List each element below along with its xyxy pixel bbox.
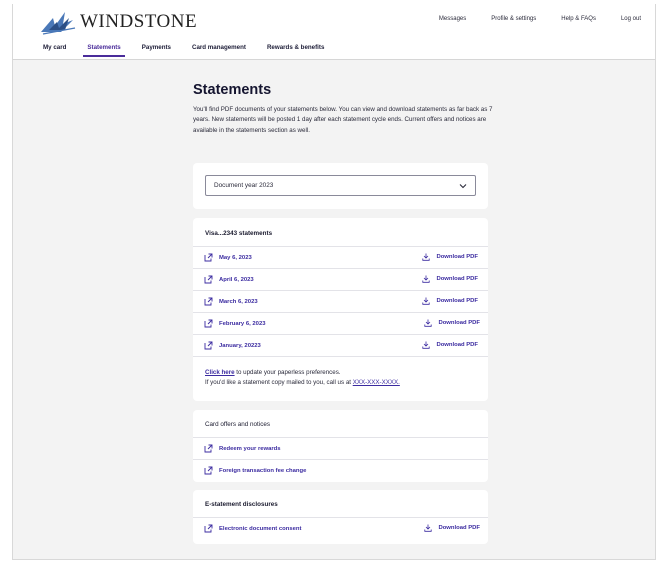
utility-nav: Messages Profile & settings Help & FAQs …	[414, 16, 641, 22]
statements-heading: Visa...2343 statements	[205, 230, 273, 237]
brand-logo[interactable]: WINDSTONE	[39, 8, 197, 36]
download-pdf-button[interactable]: Download PDF	[424, 524, 480, 532]
download-pdf-label: Download PDF	[436, 342, 478, 348]
paperless-note: Click here to update your paperless pref…	[205, 368, 400, 387]
windstone-bird-icon	[41, 12, 76, 35]
util-link-log-out[interactable]: Log out	[621, 16, 641, 22]
statement-row: February 6, 2023 Download PDF	[193, 312, 488, 334]
phone-number-link[interactable]: XXX-XXX-XXXX.	[353, 379, 400, 386]
statement-link-may[interactable]: May 6, 2023	[204, 253, 252, 262]
statement-date: April 6, 2023	[219, 276, 254, 283]
tab-payments[interactable]: Payments	[142, 44, 171, 57]
download-pdf-label: Download PDF	[436, 298, 478, 304]
statement-row: April 6, 2023 Download PDF	[193, 268, 488, 290]
paperless-note-text: to update your paperless preferences.	[234, 369, 341, 376]
external-link-icon	[204, 341, 213, 350]
page-title: Statements	[193, 82, 272, 98]
statement-row: May 6, 2023 Download PDF	[193, 246, 488, 268]
download-pdf-label: Download PDF	[436, 276, 478, 282]
offer-label: Redeem your rewards	[219, 445, 281, 452]
download-pdf-button[interactable]: Download PDF	[424, 319, 480, 327]
main-content: Statements You'll find PDF documents of …	[13, 60, 655, 559]
tab-card-management[interactable]: Card management	[192, 44, 246, 57]
statement-date: May 6, 2023	[219, 254, 252, 261]
list-item: Electronic document consent Download PDF	[193, 517, 488, 539]
external-link-icon	[204, 444, 213, 453]
foreign-fee-change-link[interactable]: Foreign transaction fee change	[204, 466, 306, 475]
card-offers-card: Card offers and notices Redeem your rewa…	[193, 410, 488, 482]
statement-link-january[interactable]: January, 20223	[204, 341, 261, 350]
external-link-icon	[204, 524, 213, 533]
document-year-value: Document year 2023	[214, 182, 274, 189]
tab-my-card[interactable]: My card	[43, 44, 66, 57]
electronic-consent-link[interactable]: Electronic document consent	[204, 524, 301, 533]
download-pdf-label: Download PDF	[436, 254, 478, 260]
document-year-select[interactable]: Document year 2023	[205, 175, 476, 196]
statement-row: March 6, 2023 Download PDF	[193, 290, 488, 312]
chevron-down-icon	[459, 184, 467, 189]
download-pdf-button[interactable]: Download PDF	[422, 341, 478, 349]
offer-label: Foreign transaction fee change	[219, 467, 307, 474]
statement-link-february[interactable]: February 6, 2023	[204, 319, 266, 328]
app-frame: WINDSTONE Messages Profile & settings He…	[12, 4, 656, 560]
statements-card: Visa...2343 statements May 6, 2023 Downl…	[193, 218, 488, 401]
disclosures-card: E-statement disclosures Electronic docum…	[193, 490, 488, 544]
redeem-rewards-link[interactable]: Redeem your rewards	[204, 444, 281, 453]
brand-name: WINDSTONE	[80, 11, 198, 32]
main-nav: My card Statements Payments Card managem…	[43, 44, 345, 57]
offers-heading: Card offers and notices	[205, 421, 270, 428]
statement-date: January, 20223	[219, 342, 261, 349]
download-icon	[422, 297, 431, 305]
download-icon	[422, 341, 431, 349]
click-here-link[interactable]: Click here	[205, 369, 235, 376]
download-icon	[422, 275, 431, 283]
tab-rewards-benefits[interactable]: Rewards & benefits	[267, 44, 324, 57]
page-intro: You'll find PDF documents of your statem…	[193, 106, 493, 134]
util-link-profile-settings[interactable]: Profile & settings	[491, 16, 536, 22]
statement-link-march[interactable]: March 6, 2023	[204, 297, 258, 306]
statement-date: February 6, 2023	[219, 320, 266, 327]
site-header: WINDSTONE Messages Profile & settings He…	[13, 4, 655, 60]
download-pdf-button[interactable]: Download PDF	[422, 275, 478, 283]
external-link-icon	[204, 297, 213, 306]
list-item: Foreign transaction fee change	[193, 459, 488, 481]
download-icon	[424, 524, 433, 532]
external-link-icon	[204, 466, 213, 475]
divider	[193, 356, 488, 357]
tab-statements[interactable]: Statements	[83, 44, 126, 57]
statement-link-april[interactable]: April 6, 2023	[204, 275, 254, 284]
external-link-icon	[204, 319, 213, 328]
download-pdf-label: Download PDF	[438, 525, 480, 531]
disclosures-heading: E-statement disclosures	[205, 501, 278, 508]
external-link-icon	[204, 275, 213, 284]
year-select-card: Document year 2023	[193, 163, 488, 209]
download-pdf-label: Download PDF	[438, 320, 480, 326]
statement-date: March 6, 2023	[219, 298, 258, 305]
list-item: Redeem your rewards	[193, 437, 488, 459]
util-link-messages[interactable]: Messages	[439, 16, 466, 22]
disclosure-label: Electronic document consent	[219, 525, 302, 532]
download-icon	[424, 319, 433, 327]
mail-copy-text: If you'd like a statement copy mailed to…	[205, 378, 353, 386]
statement-row: January, 20223 Download PDF	[193, 334, 488, 356]
download-pdf-button[interactable]: Download PDF	[422, 297, 478, 305]
download-pdf-button[interactable]: Download PDF	[422, 253, 478, 261]
download-icon	[422, 253, 431, 261]
external-link-icon	[204, 253, 213, 262]
util-link-help-faqs[interactable]: Help & FAQs	[561, 16, 596, 22]
